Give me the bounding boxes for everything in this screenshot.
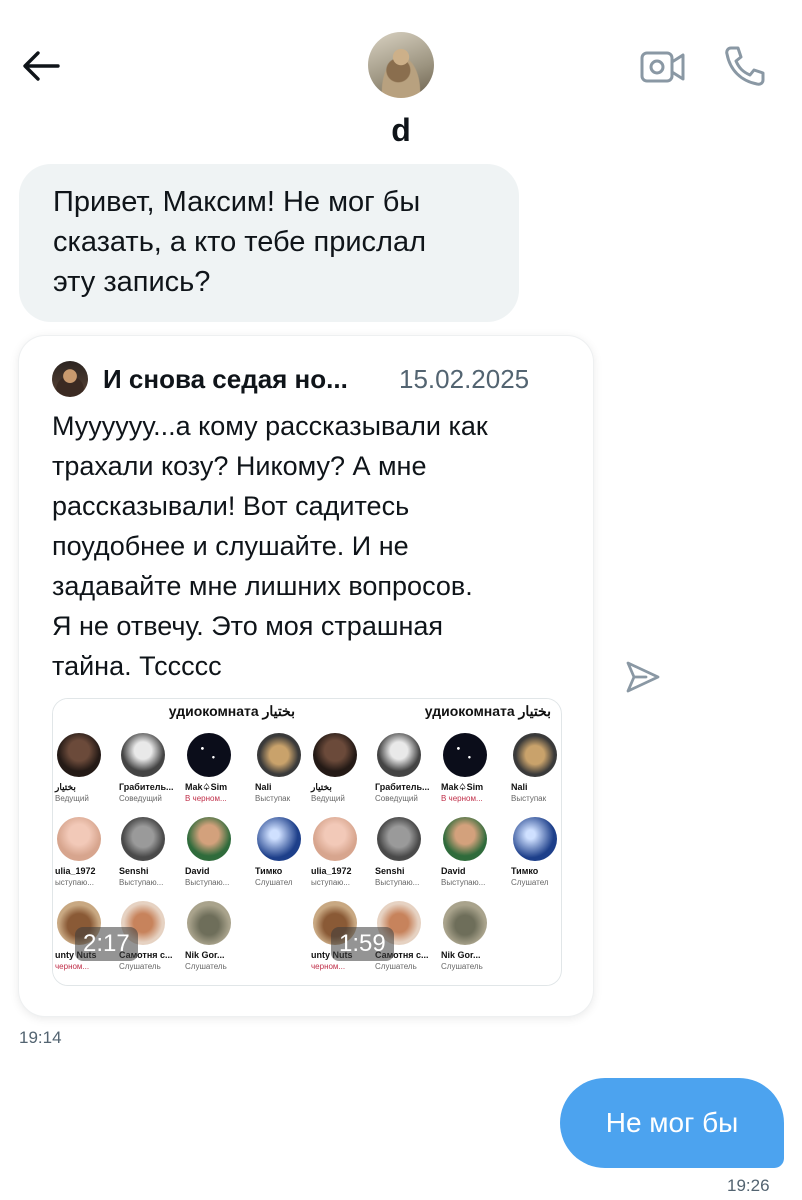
contact-avatar[interactable]	[368, 32, 434, 98]
participant-role: Выступаю...	[185, 878, 230, 887]
participant-role: Слушател	[255, 878, 293, 887]
participant-avatar	[377, 817, 421, 861]
audio-room-title: удиокомната بختیار	[168, 703, 295, 719]
participant-role: Выступак	[511, 794, 547, 803]
contact-name[interactable]: d	[0, 112, 802, 149]
participant-name: Nik Gor...	[185, 950, 225, 960]
participant-name: Nali	[255, 782, 272, 792]
quoted-author-name: И снова седая но...	[103, 364, 348, 394]
quoted-post-text: Муууууу...а кому рассказывали как трахал…	[52, 411, 488, 681]
chat-header: d	[0, 0, 802, 160]
video-duration: 2:17	[75, 927, 138, 961]
quoted-author-avatar	[52, 361, 88, 397]
participant-avatar	[313, 817, 357, 861]
participant-avatar	[57, 733, 101, 777]
participant-role: Соведущий	[375, 794, 418, 803]
participant-name: بختیار	[311, 782, 332, 792]
participant-name: ulia_1972	[311, 866, 352, 876]
participant-role: Слушатель	[185, 962, 227, 971]
participant-role: ыступаю...	[55, 878, 94, 887]
participant-name: David	[441, 866, 466, 876]
participant-role: Выступаю...	[119, 878, 164, 887]
participant-role: Слушател	[511, 878, 549, 887]
participant-role: Выступаю...	[441, 878, 486, 887]
participant-name: ulia_1972	[55, 866, 96, 876]
back-button[interactable]	[20, 46, 64, 86]
participant-role: ыступаю...	[311, 878, 350, 887]
participant-role: Слушатель	[441, 962, 483, 971]
outgoing-message-text: Не мог бы	[605, 1107, 739, 1138]
phone-icon	[725, 46, 765, 86]
participant-name: Mak♤Sim	[185, 782, 228, 792]
phone-call-button[interactable]	[722, 44, 766, 88]
video-thumbnail[interactable]: удиокомната بختیار بختیار Ведущий Грабител…	[309, 699, 559, 985]
send-icon	[626, 661, 660, 693]
participant-avatar	[443, 817, 487, 861]
participant-role: Ведущий	[311, 794, 345, 803]
participant-role: черном...	[311, 962, 346, 971]
participant-avatar	[257, 733, 301, 777]
participant-name: Грабитель...	[375, 782, 430, 792]
outgoing-message-bubble[interactable]: Не мог бы	[560, 1078, 784, 1168]
participant-name: Грабитель...	[119, 782, 174, 792]
participant-avatar	[313, 733, 357, 777]
participant-avatar	[443, 901, 487, 945]
participant-role: Слушатель	[119, 962, 161, 971]
participant-avatar	[377, 733, 421, 777]
video-duration: 1:59	[331, 927, 394, 961]
participant-avatar	[257, 817, 301, 861]
audio-room-title: удиокомната بختیار	[424, 703, 551, 719]
participant-avatar	[121, 733, 165, 777]
quoted-media-grid: удиокомната بختیار بختیار Ведущий Грабител…	[52, 698, 562, 986]
participant-avatar	[121, 817, 165, 861]
participant-role: Выступак	[255, 794, 291, 803]
participant-role: Ведущий	[55, 794, 89, 803]
participant-avatar	[187, 733, 231, 777]
participant-role: Выступаю...	[375, 878, 420, 887]
arrow-left-icon	[23, 51, 60, 81]
participant-name: Nik Gor...	[441, 950, 481, 960]
participant-avatar	[57, 817, 101, 861]
participant-role: В черном...	[185, 794, 227, 803]
quoted-post-date: 15.02.2025	[399, 364, 530, 394]
incoming-message-bubble[interactable]: Привет, Максим! Не мог бы сказать, а кто…	[19, 164, 519, 322]
participant-name: David	[185, 866, 210, 876]
participant-name: Тимко	[511, 866, 539, 876]
participant-name: Nali	[511, 782, 528, 792]
message-timestamp: 19:14	[19, 1028, 62, 1047]
video-thumbnail[interactable]: удиокомната بختیار بختیار Ведущий Грабител…	[53, 699, 303, 985]
participant-role: черном...	[55, 962, 90, 971]
participant-avatar	[513, 817, 557, 861]
participant-avatar	[513, 733, 557, 777]
participant-name: Тимко	[255, 866, 283, 876]
incoming-message-text: Привет, Максим! Не мог бы сказать, а кто…	[53, 186, 426, 298]
participant-name: Senshi	[375, 866, 405, 876]
share-button[interactable]	[624, 659, 662, 695]
video-call-button[interactable]	[640, 50, 686, 84]
participant-avatar	[187, 817, 231, 861]
participant-role: Соведущий	[119, 794, 162, 803]
participant-name: بختیار	[55, 782, 76, 792]
participant-role: Слушатель	[375, 962, 417, 971]
quoted-post-card[interactable]: И снова седая но... 15.02.2025 Муууууу..…	[19, 336, 593, 1016]
participant-avatar	[443, 733, 487, 777]
message-timestamp: 19:26	[727, 1176, 770, 1195]
participant-name: Mak♤Sim	[441, 782, 484, 792]
participant-role: В черном...	[441, 794, 483, 803]
video-camera-icon	[640, 51, 685, 83]
participant-avatar	[187, 901, 231, 945]
participant-name: Senshi	[119, 866, 149, 876]
